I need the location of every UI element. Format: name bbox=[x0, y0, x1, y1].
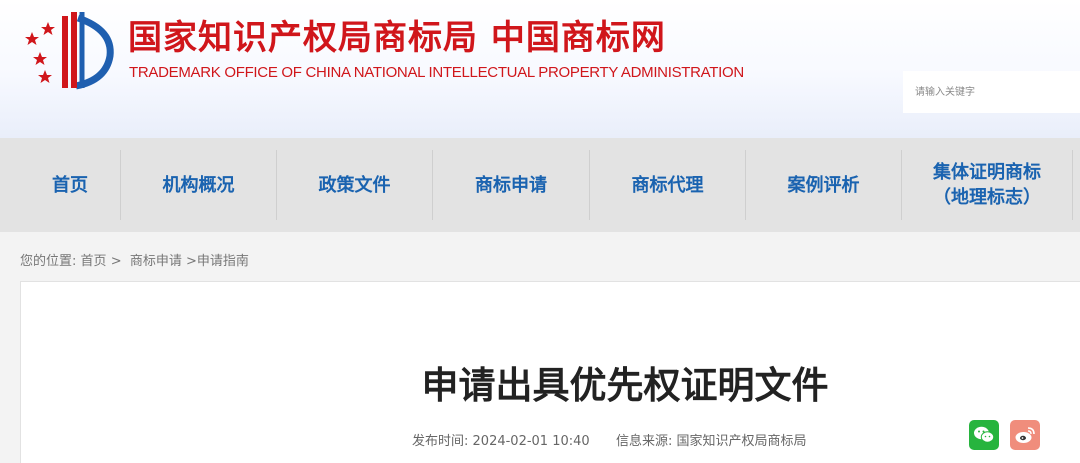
site-title: 国家知识产权局商标局 中国商标网 bbox=[128, 18, 666, 58]
nav-item-cases[interactable]: 案例评析 bbox=[746, 150, 901, 220]
breadcrumb-guide[interactable]: 申请指南 bbox=[197, 254, 249, 269]
breadcrumb-separator: > bbox=[110, 254, 122, 269]
nav-item-label-line1: 集体证明商标 bbox=[933, 162, 1041, 183]
wechat-share-button[interactable] bbox=[969, 420, 999, 450]
wechat-icon bbox=[974, 426, 995, 443]
publish-time-label: 发布时间: bbox=[412, 434, 469, 449]
article-meta: 发布时间: 2024-02-01 10:40 信息来源: 国家知识产权局商标局 bbox=[412, 430, 807, 449]
site-subtitle: TRADEMARK OFFICE OF CHINA NATIONAL INTEL… bbox=[129, 64, 744, 81]
breadcrumb-separator: > bbox=[186, 254, 197, 269]
nav-divider bbox=[1072, 150, 1073, 220]
article-title: 申请出具优先权证明文件 bbox=[421, 364, 829, 407]
breadcrumb: 您的位置: 首页 > 商标申请 >申请指南 bbox=[20, 250, 249, 269]
breadcrumb-prefix: 您的位置: bbox=[20, 254, 77, 269]
search-input[interactable] bbox=[903, 71, 1080, 113]
nav-item-label-line2: （地理标志） bbox=[933, 187, 1041, 208]
nav-item-agency[interactable]: 商标代理 bbox=[590, 150, 745, 220]
weibo-icon bbox=[1015, 427, 1035, 443]
nav-item-home[interactable]: 首页 bbox=[20, 150, 120, 220]
site-header: 国家知识产权局商标局 中国商标网 TRADEMARK OFFICE OF CHI… bbox=[0, 0, 1080, 138]
breadcrumb-home[interactable]: 首页 bbox=[81, 254, 107, 269]
breadcrumb-application[interactable]: 商标申请 bbox=[130, 254, 182, 269]
trademark-office-logo[interactable] bbox=[18, 8, 122, 90]
nav-item-organization[interactable]: 机构概况 bbox=[121, 150, 276, 220]
publish-time: 2024-02-01 10:40 bbox=[472, 434, 590, 449]
weibo-share-button[interactable] bbox=[1010, 420, 1040, 450]
main-nav: 首页 机构概况 政策文件 商标申请 商标代理 案例评析 集体证明商标 （地理标志… bbox=[0, 138, 1080, 232]
nav-item-collective-marks[interactable]: 集体证明商标 （地理标志） bbox=[902, 150, 1072, 220]
source-label: 信息来源: bbox=[615, 434, 673, 449]
nav-item-application[interactable]: 商标申请 bbox=[433, 150, 589, 220]
source-value: 国家知识产权局商标局 bbox=[676, 434, 807, 449]
nav-item-policy[interactable]: 政策文件 bbox=[277, 150, 432, 220]
